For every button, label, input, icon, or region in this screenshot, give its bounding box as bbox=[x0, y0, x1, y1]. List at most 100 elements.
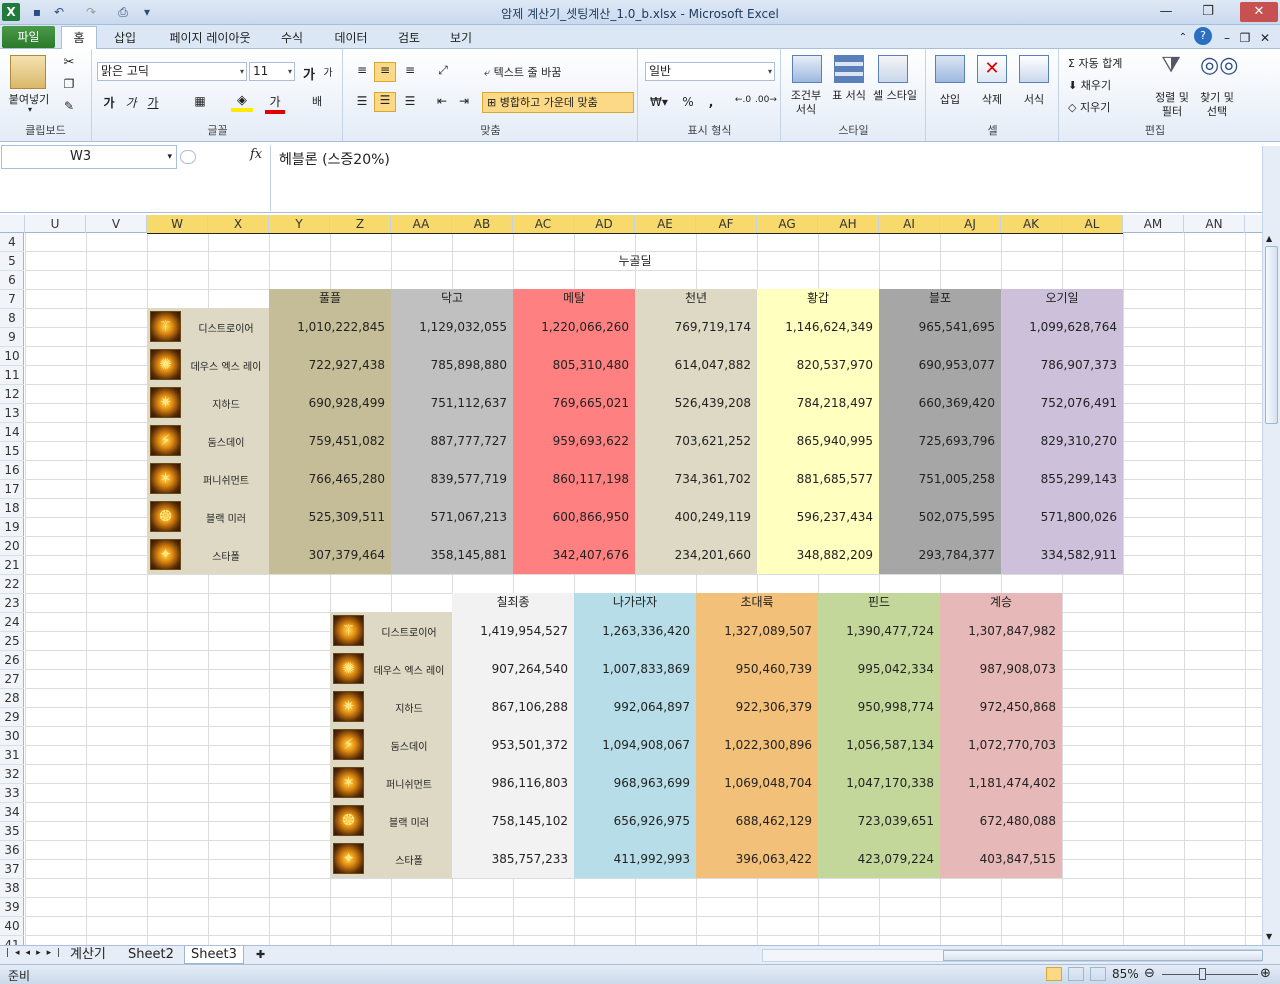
font-name-combo[interactable]: 맑은 고딕 ▾ bbox=[97, 62, 247, 81]
row-header[interactable]: 39 bbox=[0, 898, 24, 917]
damage-value[interactable]: 1,307,847,982 bbox=[940, 624, 1062, 638]
damage-value[interactable]: 769,665,021 bbox=[513, 396, 635, 410]
damage-value[interactable]: 348,882,209 bbox=[757, 548, 879, 562]
damage-value[interactable]: 690,928,499 bbox=[269, 396, 391, 410]
damage-value[interactable]: 992,064,897 bbox=[574, 700, 696, 714]
minimize-ribbon-icon[interactable]: ⌃ bbox=[1176, 28, 1190, 49]
borders-icon[interactable]: ▦ bbox=[189, 94, 211, 108]
row-header[interactable]: 28 bbox=[0, 689, 24, 708]
column-header[interactable]: AJ bbox=[940, 215, 1001, 233]
number-format-combo[interactable]: 일반 ▾ bbox=[645, 62, 775, 81]
zoom-slider-handle[interactable] bbox=[1199, 968, 1206, 980]
damage-value[interactable]: 526,439,208 bbox=[635, 396, 757, 410]
format-cells-button[interactable]: 서식 bbox=[1017, 91, 1051, 107]
row-header[interactable]: 36 bbox=[0, 841, 24, 860]
align-bottom-icon[interactable]: ≡ bbox=[400, 63, 420, 77]
row-header[interactable]: 26 bbox=[0, 651, 24, 670]
accounting-format-icon[interactable]: ₩▾ bbox=[647, 95, 671, 109]
sheet-nav-icons[interactable]: |◂◂▸▸| bbox=[6, 948, 66, 958]
sheet-tab-sheet2[interactable]: Sheet2 bbox=[122, 946, 180, 964]
column-header[interactable]: AI bbox=[879, 215, 940, 233]
damage-value[interactable]: 703,621,252 bbox=[635, 434, 757, 448]
damage-value[interactable]: 400,249,119 bbox=[635, 510, 757, 524]
conditional-format-button[interactable]: 조건부 서식 bbox=[786, 89, 826, 117]
name-box[interactable]: W3 ▾ bbox=[1, 145, 177, 169]
worksheet-grid[interactable]: 누골딜 풀플 닥고 메탈 천년 황갑 블포 오기일 ⚚ 디스트로이어 1,010,222,845 1… bbox=[25, 233, 1262, 945]
damage-value[interactable]: 1,022,300,896 bbox=[696, 738, 818, 752]
row-header[interactable]: 10 bbox=[0, 347, 24, 366]
grow-font-icon[interactable]: 가 bbox=[301, 64, 317, 83]
damage-value[interactable]: 1,072,770,703 bbox=[940, 738, 1062, 752]
damage-value[interactable]: 525,309,511 bbox=[269, 510, 391, 524]
column-header[interactable]: AF bbox=[696, 215, 757, 233]
damage-value[interactable]: 865,940,995 bbox=[757, 434, 879, 448]
select-all-corner[interactable] bbox=[0, 215, 25, 233]
damage-value[interactable]: 358,145,881 bbox=[391, 548, 513, 562]
damage-value[interactable]: 965,541,695 bbox=[879, 320, 1001, 334]
zoom-slider[interactable] bbox=[1162, 974, 1258, 975]
row-header[interactable]: 11 bbox=[0, 366, 24, 385]
sheet-tab-sheet3[interactable]: Sheet3 bbox=[184, 946, 244, 964]
damage-value[interactable]: 1,220,066,260 bbox=[513, 320, 635, 334]
row-header[interactable]: 17 bbox=[0, 480, 24, 499]
row-header[interactable]: 15 bbox=[0, 442, 24, 461]
row-header[interactable]: 12 bbox=[0, 385, 24, 404]
tab-view[interactable]: 보기 bbox=[444, 28, 478, 49]
decrease-decimal-icon[interactable]: .00→ bbox=[755, 95, 777, 105]
tab-insert[interactable]: 삽입 bbox=[110, 28, 140, 49]
damage-value[interactable]: 987,908,073 bbox=[940, 662, 1062, 676]
find-select-button[interactable]: 찾기 및 선택 bbox=[1196, 91, 1238, 119]
damage-value[interactable]: 502,075,595 bbox=[879, 510, 1001, 524]
normal-view-icon[interactable] bbox=[1046, 967, 1062, 981]
row-header[interactable]: 7 bbox=[0, 290, 24, 309]
damage-value[interactable]: 722,927,438 bbox=[269, 358, 391, 372]
column-header[interactable]: AM bbox=[1123, 215, 1184, 233]
damage-value[interactable]: 820,537,970 bbox=[757, 358, 879, 372]
increase-decimal-icon[interactable]: ←.0 bbox=[733, 95, 753, 105]
paste-icon[interactable] bbox=[10, 55, 46, 89]
damage-value[interactable]: 396,063,422 bbox=[696, 852, 818, 866]
row-header[interactable]: 21 bbox=[0, 556, 24, 575]
damage-value[interactable]: 334,582,911 bbox=[1001, 548, 1123, 562]
damage-value[interactable]: 766,465,280 bbox=[269, 472, 391, 486]
restore-button[interactable]: ❐ bbox=[1194, 2, 1222, 22]
damage-value[interactable]: 1,390,477,724 bbox=[818, 624, 940, 638]
damage-value[interactable]: 1,129,032,055 bbox=[391, 320, 513, 334]
damage-value[interactable]: 1,007,833,869 bbox=[574, 662, 696, 676]
damage-value[interactable]: 968,963,699 bbox=[574, 776, 696, 790]
phonetic-icon[interactable]: 배 bbox=[307, 93, 327, 109]
scroll-thumb[interactable] bbox=[1265, 246, 1278, 424]
damage-value[interactable]: 922,306,379 bbox=[696, 700, 818, 714]
zoom-in-icon[interactable]: ⊕ bbox=[1260, 966, 1271, 981]
decrease-indent-icon[interactable]: ⇤ bbox=[432, 94, 452, 108]
damage-value[interactable]: 907,264,540 bbox=[452, 662, 574, 676]
column-header[interactable]: Y bbox=[269, 215, 330, 233]
damage-value[interactable]: 1,419,954,527 bbox=[452, 624, 574, 638]
align-center-icon[interactable]: ☰ bbox=[374, 92, 396, 112]
damage-value[interactable]: 972,450,868 bbox=[940, 700, 1062, 714]
damage-value[interactable]: 758,145,102 bbox=[452, 814, 574, 828]
row-header[interactable]: 4 bbox=[0, 233, 24, 252]
column-header[interactable]: Z bbox=[330, 215, 391, 233]
row-header[interactable]: 9 bbox=[0, 328, 24, 347]
damage-value[interactable]: 571,800,026 bbox=[1001, 510, 1123, 524]
column-header[interactable]: V bbox=[86, 215, 147, 233]
clear-button[interactable]: ◇ 지우기 bbox=[1068, 99, 1144, 115]
damage-value[interactable]: 307,379,464 bbox=[269, 548, 391, 562]
delete-cells-button[interactable]: 삭제 bbox=[975, 91, 1009, 107]
damage-value[interactable]: 723,039,651 bbox=[818, 814, 940, 828]
damage-value[interactable]: 953,501,372 bbox=[452, 738, 574, 752]
column-header[interactable]: AA bbox=[391, 215, 452, 233]
damage-value[interactable]: 860,117,198 bbox=[513, 472, 635, 486]
damage-value[interactable]: 734,361,702 bbox=[635, 472, 757, 486]
tab-formulas[interactable]: 수식 bbox=[275, 28, 309, 49]
table-format-icon[interactable] bbox=[834, 55, 864, 83]
damage-value[interactable]: 1,263,336,420 bbox=[574, 624, 696, 638]
cut-icon[interactable]: ✂ bbox=[60, 55, 78, 70]
damage-value[interactable]: 752,076,491 bbox=[1001, 396, 1123, 410]
page-break-view-icon[interactable] bbox=[1090, 967, 1106, 981]
row-header[interactable]: 35 bbox=[0, 822, 24, 841]
damage-value[interactable]: 785,898,880 bbox=[391, 358, 513, 372]
damage-value[interactable]: 688,462,129 bbox=[696, 814, 818, 828]
damage-value[interactable]: 234,201,660 bbox=[635, 548, 757, 562]
